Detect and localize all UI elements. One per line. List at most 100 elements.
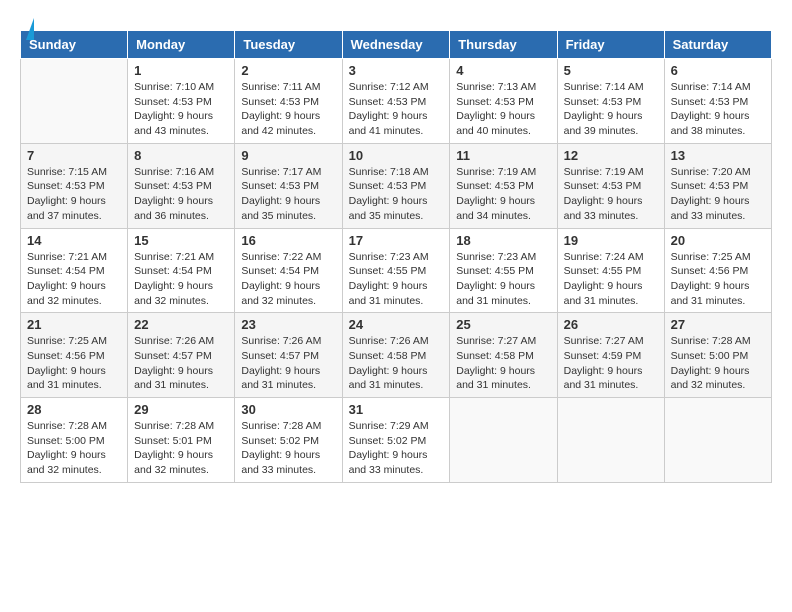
calendar-cell: 6 Sunrise: 7:14 AM Sunset: 4:53 PM Daylig… [664, 59, 771, 144]
day-number: 14 [27, 233, 121, 248]
calendar-cell: 1 Sunrise: 7:10 AM Sunset: 4:53 PM Daylig… [128, 59, 235, 144]
calendar-cell: 22 Sunrise: 7:26 AM Sunset: 4:57 PM Dayli… [128, 313, 235, 398]
day-info: Sunrise: 7:28 AM Sunset: 5:02 PM Dayligh… [241, 419, 335, 478]
day-info: Sunrise: 7:27 AM Sunset: 4:59 PM Dayligh… [564, 334, 658, 393]
calendar-cell: 13 Sunrise: 7:20 AM Sunset: 4:53 PM Dayli… [664, 143, 771, 228]
calendar-cell: 23 Sunrise: 7:26 AM Sunset: 4:57 PM Dayli… [235, 313, 342, 398]
calendar-cell: 12 Sunrise: 7:19 AM Sunset: 4:53 PM Dayli… [557, 143, 664, 228]
calendar-cell [450, 398, 557, 483]
day-number: 23 [241, 317, 335, 332]
calendar-table: SundayMondayTuesdayWednesdayThursdayFrid… [20, 30, 772, 483]
day-number: 9 [241, 148, 335, 163]
day-number: 6 [671, 63, 765, 78]
calendar-week-row: 21 Sunrise: 7:25 AM Sunset: 4:56 PM Dayli… [21, 313, 772, 398]
day-info: Sunrise: 7:23 AM Sunset: 4:55 PM Dayligh… [349, 250, 444, 309]
calendar-week-row: 7Sunrise: 7:15 AM Sunset: 4:53 PM Daylig… [21, 143, 772, 228]
calendar-cell: 19 Sunrise: 7:24 AM Sunset: 4:55 PM Dayli… [557, 228, 664, 313]
day-info: Sunrise: 7:20 AM Sunset: 4:53 PM Dayligh… [671, 165, 765, 224]
day-info: Sunrise: 7:23 AM Sunset: 4:55 PM Dayligh… [456, 250, 550, 309]
day-number: 2 [241, 63, 335, 78]
day-info: Sunrise: 7:14 AM Sunset: 4:53 PM Dayligh… [564, 80, 658, 139]
calendar-cell: 7Sunrise: 7:15 AM Sunset: 4:53 PM Daylig… [21, 143, 128, 228]
day-number: 30 [241, 402, 335, 417]
day-info: Sunrise: 7:15 AM Sunset: 4:53 PM Dayligh… [27, 165, 121, 224]
day-info: Sunrise: 7:17 AM Sunset: 4:53 PM Dayligh… [241, 165, 335, 224]
calendar-cell: 30 Sunrise: 7:28 AM Sunset: 5:02 PM Dayli… [235, 398, 342, 483]
day-info: Sunrise: 7:18 AM Sunset: 4:53 PM Dayligh… [349, 165, 444, 224]
day-info: Sunrise: 7:16 AM Sunset: 4:53 PM Dayligh… [134, 165, 228, 224]
day-number: 20 [671, 233, 765, 248]
day-info: Sunrise: 7:25 AM Sunset: 4:56 PM Dayligh… [671, 250, 765, 309]
day-info: Sunrise: 7:28 AM Sunset: 5:00 PM Dayligh… [27, 419, 121, 478]
calendar-cell: 8 Sunrise: 7:16 AM Sunset: 4:53 PM Daylig… [128, 143, 235, 228]
day-info: Sunrise: 7:13 AM Sunset: 4:53 PM Dayligh… [456, 80, 550, 139]
day-number: 27 [671, 317, 765, 332]
calendar-cell [664, 398, 771, 483]
calendar-header-sunday: Sunday [21, 31, 128, 59]
day-number: 16 [241, 233, 335, 248]
day-number: 29 [134, 402, 228, 417]
day-number: 22 [134, 317, 228, 332]
day-info: Sunrise: 7:28 AM Sunset: 5:00 PM Dayligh… [671, 334, 765, 393]
day-number: 24 [349, 317, 444, 332]
day-number: 15 [134, 233, 228, 248]
calendar-header-friday: Friday [557, 31, 664, 59]
logo-icon [26, 18, 34, 40]
day-info: Sunrise: 7:27 AM Sunset: 4:58 PM Dayligh… [456, 334, 550, 393]
day-info: Sunrise: 7:26 AM Sunset: 4:58 PM Dayligh… [349, 334, 444, 393]
calendar-header-tuesday: Tuesday [235, 31, 342, 59]
calendar-cell: 17 Sunrise: 7:23 AM Sunset: 4:55 PM Dayli… [342, 228, 450, 313]
day-info: Sunrise: 7:11 AM Sunset: 4:53 PM Dayligh… [241, 80, 335, 139]
calendar-week-row: 1 Sunrise: 7:10 AM Sunset: 4:53 PM Daylig… [21, 59, 772, 144]
calendar-cell: 4Sunrise: 7:13 AM Sunset: 4:53 PM Daylig… [450, 59, 557, 144]
calendar-header-wednesday: Wednesday [342, 31, 450, 59]
day-info: Sunrise: 7:26 AM Sunset: 4:57 PM Dayligh… [241, 334, 335, 393]
day-info: Sunrise: 7:25 AM Sunset: 4:56 PM Dayligh… [27, 334, 121, 393]
calendar-header-row: SundayMondayTuesdayWednesdayThursdayFrid… [21, 31, 772, 59]
calendar-cell: 31Sunrise: 7:29 AM Sunset: 5:02 PM Dayli… [342, 398, 450, 483]
day-number: 8 [134, 148, 228, 163]
calendar-cell: 25 Sunrise: 7:27 AM Sunset: 4:58 PM Dayli… [450, 313, 557, 398]
day-info: Sunrise: 7:14 AM Sunset: 4:53 PM Dayligh… [671, 80, 765, 139]
day-number: 13 [671, 148, 765, 163]
calendar-cell: 27 Sunrise: 7:28 AM Sunset: 5:00 PM Dayli… [664, 313, 771, 398]
day-number: 3 [349, 63, 444, 78]
day-number: 1 [134, 63, 228, 78]
day-info: Sunrise: 7:24 AM Sunset: 4:55 PM Dayligh… [564, 250, 658, 309]
day-number: 25 [456, 317, 550, 332]
calendar-cell: 20 Sunrise: 7:25 AM Sunset: 4:56 PM Dayli… [664, 228, 771, 313]
calendar-cell: 29 Sunrise: 7:28 AM Sunset: 5:01 PM Dayli… [128, 398, 235, 483]
day-number: 26 [564, 317, 658, 332]
calendar-cell: 28Sunrise: 7:28 AM Sunset: 5:00 PM Dayli… [21, 398, 128, 483]
calendar-cell [557, 398, 664, 483]
day-info: Sunrise: 7:22 AM Sunset: 4:54 PM Dayligh… [241, 250, 335, 309]
calendar-header-saturday: Saturday [664, 31, 771, 59]
day-info: Sunrise: 7:26 AM Sunset: 4:57 PM Dayligh… [134, 334, 228, 393]
day-number: 21 [27, 317, 121, 332]
calendar-cell: 5 Sunrise: 7:14 AM Sunset: 4:53 PM Daylig… [557, 59, 664, 144]
day-info: Sunrise: 7:21 AM Sunset: 4:54 PM Dayligh… [134, 250, 228, 309]
day-number: 12 [564, 148, 658, 163]
day-number: 19 [564, 233, 658, 248]
day-info: Sunrise: 7:12 AM Sunset: 4:53 PM Dayligh… [349, 80, 444, 139]
day-number: 31 [349, 402, 444, 417]
calendar-week-row: 14 Sunrise: 7:21 AM Sunset: 4:54 PM Dayli… [21, 228, 772, 313]
day-info: Sunrise: 7:10 AM Sunset: 4:53 PM Dayligh… [134, 80, 228, 139]
calendar-cell: 11Sunrise: 7:19 AM Sunset: 4:53 PM Dayli… [450, 143, 557, 228]
calendar-cell: 21 Sunrise: 7:25 AM Sunset: 4:56 PM Dayli… [21, 313, 128, 398]
day-info: Sunrise: 7:19 AM Sunset: 4:53 PM Dayligh… [564, 165, 658, 224]
day-number: 17 [349, 233, 444, 248]
day-number: 11 [456, 148, 550, 163]
calendar-header-monday: Monday [128, 31, 235, 59]
day-info: Sunrise: 7:28 AM Sunset: 5:01 PM Dayligh… [134, 419, 228, 478]
day-info: Sunrise: 7:21 AM Sunset: 4:54 PM Dayligh… [27, 250, 121, 309]
calendar-cell: 26 Sunrise: 7:27 AM Sunset: 4:59 PM Dayli… [557, 313, 664, 398]
calendar-cell: 2 Sunrise: 7:11 AM Sunset: 4:53 PM Daylig… [235, 59, 342, 144]
calendar-cell: 3 Sunrise: 7:12 AM Sunset: 4:53 PM Daylig… [342, 59, 450, 144]
calendar-cell: 10Sunrise: 7:18 AM Sunset: 4:53 PM Dayli… [342, 143, 450, 228]
calendar-cell: 16 Sunrise: 7:22 AM Sunset: 4:54 PM Dayli… [235, 228, 342, 313]
calendar-week-row: 28Sunrise: 7:28 AM Sunset: 5:00 PM Dayli… [21, 398, 772, 483]
day-number: 5 [564, 63, 658, 78]
calendar-cell: 15 Sunrise: 7:21 AM Sunset: 4:54 PM Dayli… [128, 228, 235, 313]
calendar-cell [21, 59, 128, 144]
